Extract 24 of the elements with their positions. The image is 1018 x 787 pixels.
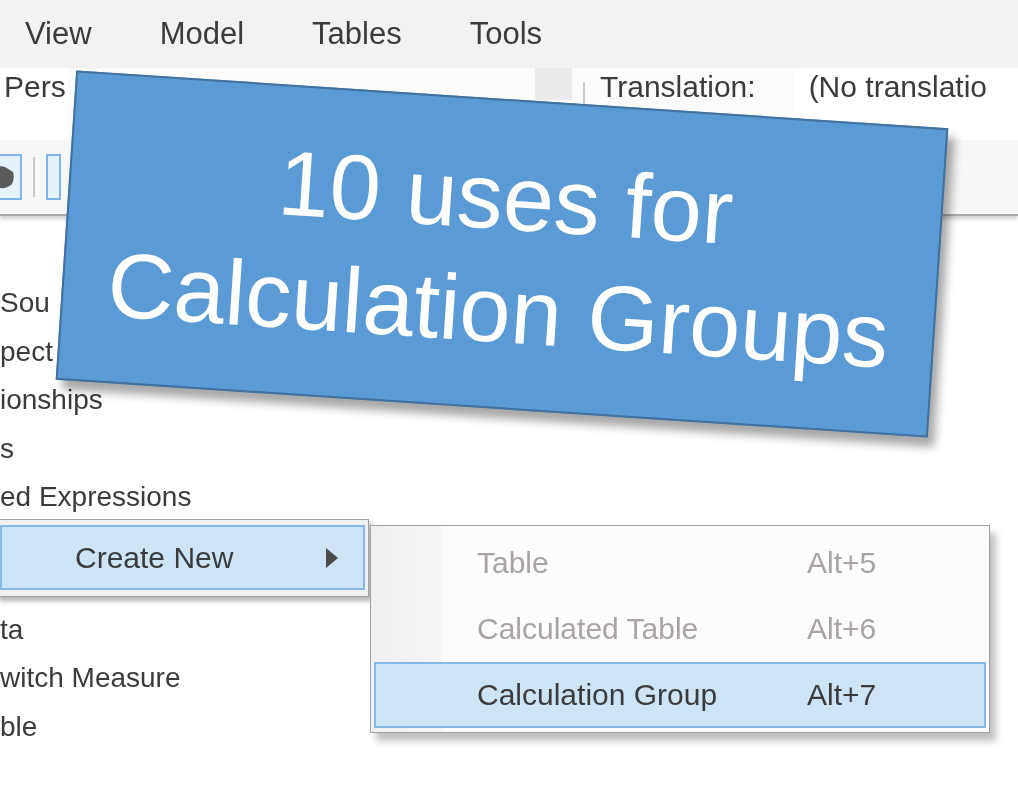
translation-label: Translation: [600,72,756,102]
tree-item[interactable]: ta [0,615,24,644]
shortcut-label: Alt+7 [807,678,877,712]
submenu-entry-label: Calculation Group [477,678,719,712]
submenu-entry-label: Calculated Table [477,612,700,646]
tree-item[interactable]: ed Expressions [0,483,192,512]
menu-item[interactable]: Tables [300,10,414,58]
perspective-field[interactable]: Pers [0,68,68,140]
tree-item[interactable]: s [0,434,14,463]
tree-item[interactable]: witch Measure [0,664,181,693]
menu-item[interactable]: Tools [457,10,555,58]
tree-item[interactable]: ble [0,712,38,741]
shortcut-label: Alt+6 [807,612,877,646]
menu-entry-label: Create New [75,540,234,575]
tree-item[interactable]: ionships [0,386,103,415]
dropdown-button[interactable] [535,68,572,100]
menu-entry[interactable]: Create New [0,525,365,590]
tree-item[interactable]: Sou [0,289,50,318]
menu-item[interactable]: Model [147,10,257,58]
shortcut-label: Alt+5 [807,546,877,580]
submenu-entry[interactable]: Calculation Group Alt+7 [374,662,986,728]
tree-item[interactable]: pect [0,337,53,366]
menu-item[interactable]: View [13,10,104,58]
submenu-entry-label: Table [477,546,550,580]
